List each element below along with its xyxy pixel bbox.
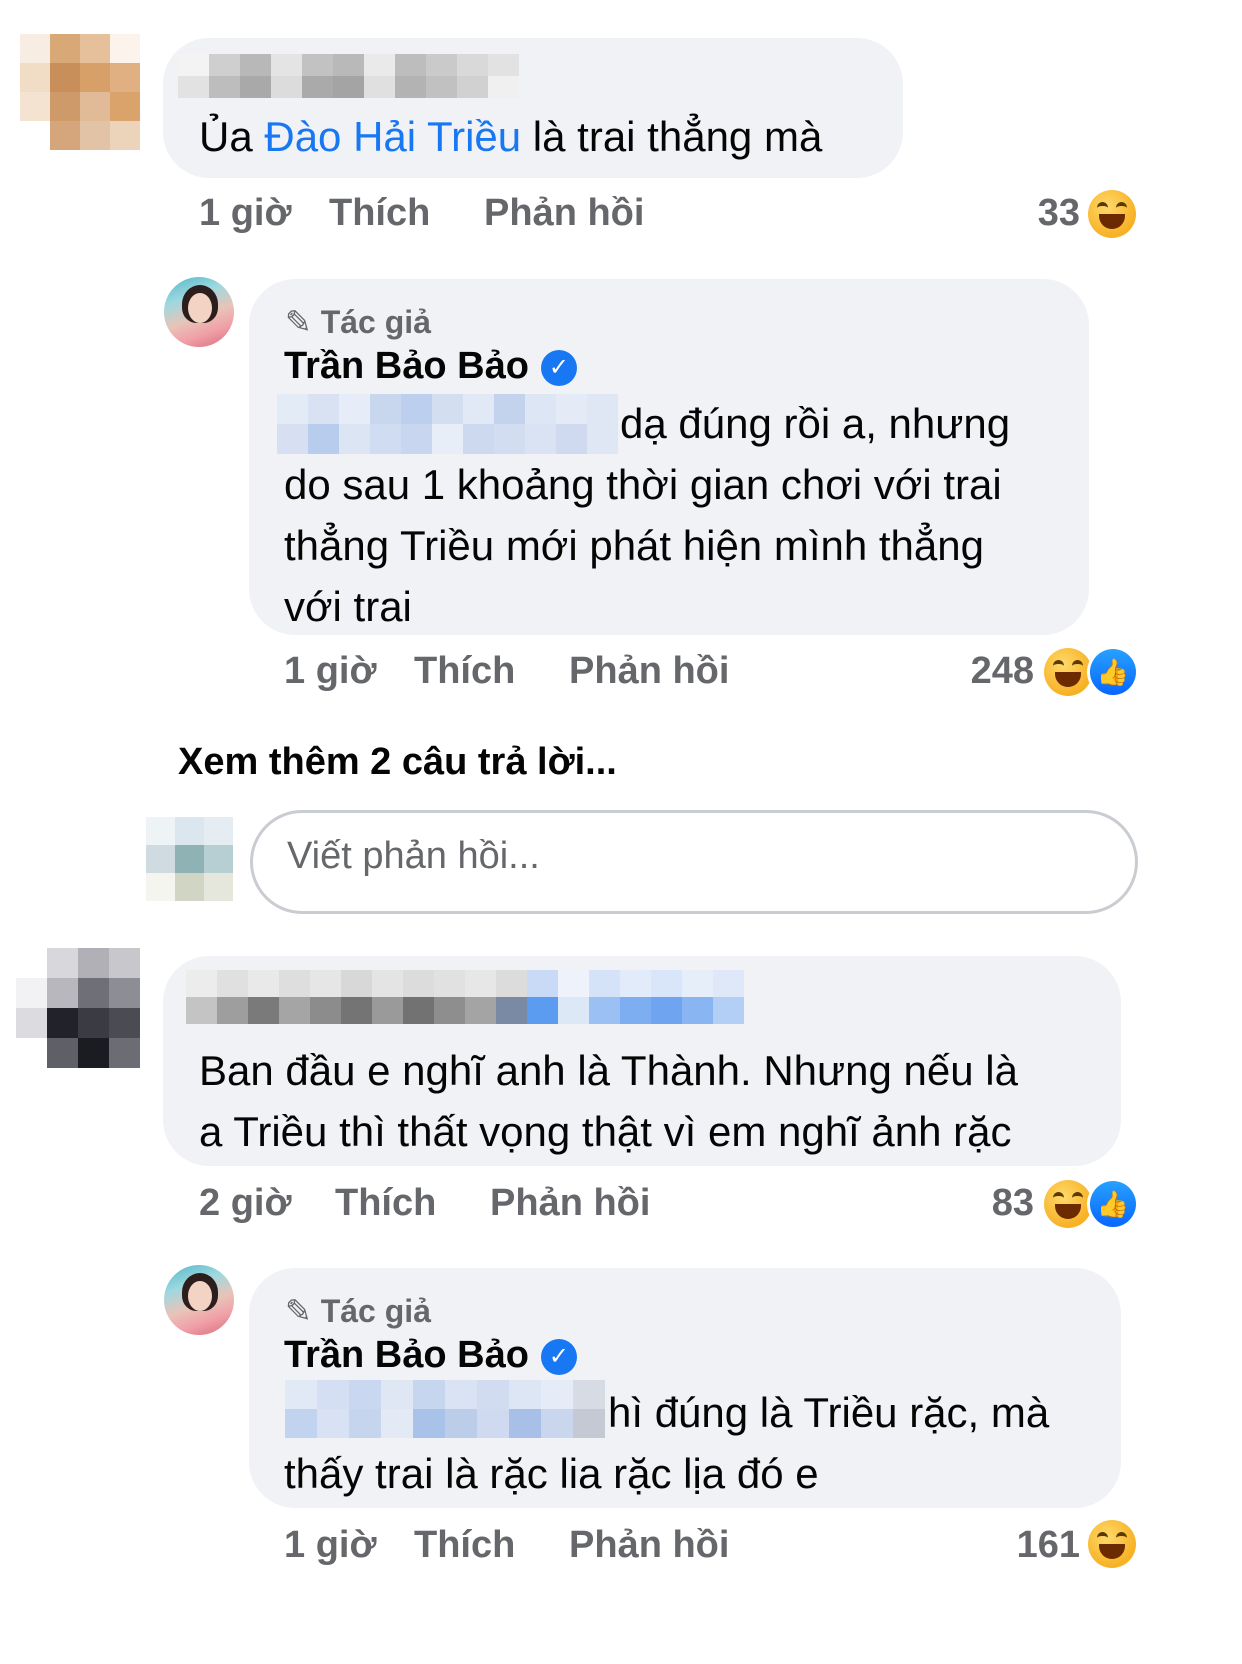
comment-time[interactable]: 1 giờ <box>284 650 376 693</box>
reply-button[interactable]: Phản hồi <box>569 1524 729 1567</box>
pencil-icon: ✎ <box>285 1293 312 1329</box>
commenter-avatar-blurred[interactable] <box>16 948 140 1068</box>
reaction-count[interactable]: 33 <box>980 192 1080 235</box>
see-more-replies-link[interactable]: Xem thêm 2 câu trả lời... <box>178 741 617 784</box>
comment-text: Ban đầu e nghĩ anh là Thành. Nhưng nếu l… <box>199 1047 1018 1155</box>
verified-badge-icon: ✓ <box>540 349 577 386</box>
reaction-count[interactable]: 83 <box>930 1182 1034 1225</box>
comment-time[interactable]: 2 giờ <box>199 1182 291 1225</box>
like-button[interactable]: Thích <box>414 650 515 693</box>
pencil-icon: ✎ <box>285 304 312 340</box>
haha-icon <box>1088 190 1136 238</box>
reaction-count[interactable]: 161 <box>970 1524 1080 1567</box>
mentioned-user-link[interactable]: Đào Hải Triều <box>264 113 521 160</box>
haha-icon <box>1044 1180 1092 1228</box>
author-avatar[interactable] <box>164 1265 234 1335</box>
comment-time[interactable]: 1 giờ <box>199 192 291 235</box>
reply-button[interactable]: Phản hồi <box>490 1182 650 1225</box>
reaction-count[interactable]: 248 <box>920 650 1034 693</box>
like-button[interactable]: Thích <box>329 192 430 235</box>
author-avatar[interactable] <box>164 277 234 347</box>
current-user-avatar-blurred[interactable] <box>146 817 234 901</box>
author-name[interactable]: Trần Bảo Bảo ✓ <box>284 1334 577 1377</box>
haha-icon <box>1088 1520 1136 1568</box>
reply-button[interactable]: Phản hồi <box>484 192 644 235</box>
like-button[interactable]: Thích <box>335 1182 436 1225</box>
comment-text: Ủa Đào Hải Triều là trai thẳng mà <box>199 113 823 160</box>
reply-text: dạ đúng rồi a, nhưng do sau 1 khoảng thờ… <box>284 400 1011 630</box>
like-icon: 👍 <box>1090 649 1136 695</box>
author-name[interactable]: Trần Bảo Bảo ✓ <box>284 345 577 388</box>
haha-icon <box>1044 648 1092 696</box>
reply-button[interactable]: Phản hồi <box>569 650 729 693</box>
like-icon: 👍 <box>1090 1181 1136 1227</box>
reply-placeholder: Viết phản hồi... <box>287 835 540 877</box>
commenter-avatar-blurred[interactable] <box>20 34 140 150</box>
like-button[interactable]: Thích <box>414 1524 515 1567</box>
author-badge: ✎ Tác giả <box>285 1293 431 1329</box>
author-badge: ✎ Tác giả <box>285 304 431 340</box>
comment-time[interactable]: 1 giờ <box>284 1524 376 1567</box>
reply-input[interactable]: Viết phản hồi... <box>250 810 1138 914</box>
commenter-name-blurred[interactable] <box>178 54 520 98</box>
commenter-name-blurred[interactable] <box>186 970 744 1024</box>
verified-badge-icon: ✓ <box>540 1338 577 1375</box>
reply-text: hì đúng là Triều rặc, mà thấy trai là rặ… <box>284 1389 1050 1497</box>
